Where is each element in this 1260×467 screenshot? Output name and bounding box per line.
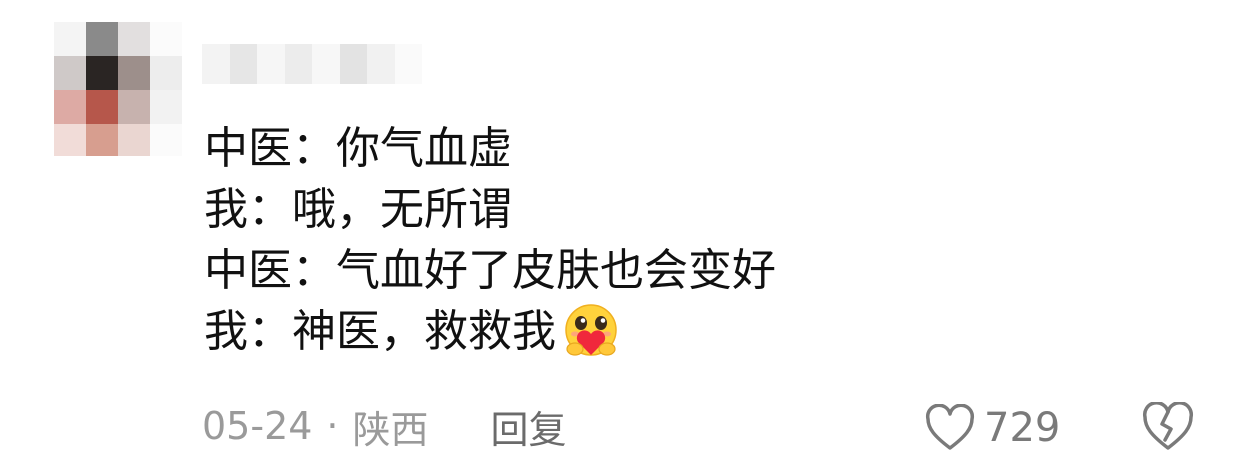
broken-heart-icon bbox=[1142, 401, 1194, 450]
comment-line: 中医：气血好了皮肤也会变好 bbox=[204, 244, 776, 296]
comment-line: 我：神医，救救我 bbox=[204, 305, 556, 357]
avatar[interactable] bbox=[54, 22, 182, 156]
comment-meta: 05-24 · 陕西 回复 bbox=[202, 398, 567, 454]
comment-location: 陕西 bbox=[352, 407, 429, 452]
like-button[interactable]: 729 bbox=[924, 400, 1060, 456]
hug-heart-emoji-icon bbox=[560, 301, 622, 363]
like-count: 729 bbox=[984, 405, 1061, 451]
meta-separator: · bbox=[326, 404, 339, 448]
comment-text: 中医：你气血虚 我：哦，无所谓 中医：气血好了皮肤也会变好 我：神医，救救我 bbox=[204, 118, 776, 362]
reply-button[interactable]: 回复 bbox=[491, 399, 567, 454]
comment-line: 中医：你气血虚 bbox=[204, 122, 512, 174]
username-blurred[interactable] bbox=[202, 44, 422, 84]
comment-date: 05-24 bbox=[202, 404, 313, 448]
heart-outline-icon bbox=[925, 404, 975, 450]
dislike-button[interactable] bbox=[1140, 401, 1196, 456]
comment-line: 我：哦，无所谓 bbox=[204, 183, 512, 235]
